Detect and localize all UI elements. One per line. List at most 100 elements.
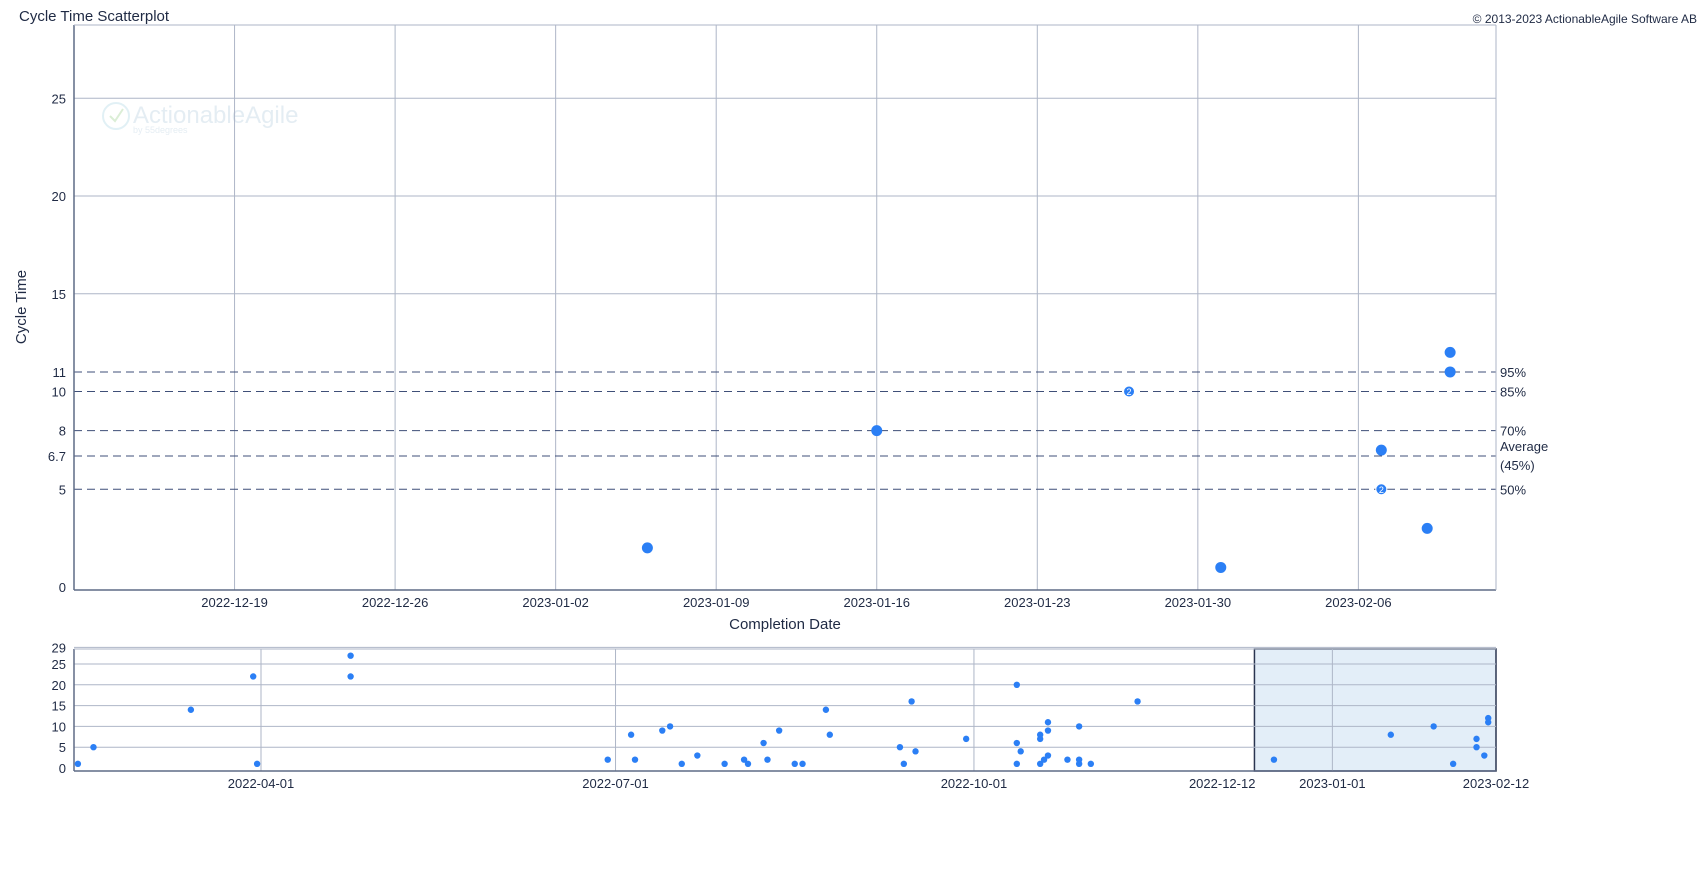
overview-data-point [74,760,82,768]
watermark-sub: by 55degrees [133,125,188,135]
overview-data-point [1270,756,1278,763]
overview-data-point [1075,760,1083,768]
overview-data-point [744,760,752,768]
x-tick-label: 2023-01-16 [843,595,910,610]
overview-y-tick-label: 10 [52,719,66,734]
overview-data-point [775,727,783,734]
overview-data-point [1134,698,1141,705]
overview-y-tick-label: 20 [52,678,66,693]
x-tick-label: 2023-01-30 [1165,595,1232,610]
overview-data-point [694,752,701,759]
cycle-time-chart: ActionableAgile by 55degrees 2022-12-19 2… [13,24,1548,791]
x-tick-label: 2023-01-09 [683,595,750,610]
overview-data-point [1473,735,1480,743]
overview-data-point [678,760,685,768]
brush-selection[interactable] [1253,648,1497,772]
overview-data-point [659,727,666,734]
overview-data-point [1013,681,1021,688]
overview-data-point [721,760,728,768]
percentile-label: 85% [1500,385,1526,400]
overview-data-point [791,760,798,768]
overview-data-point [666,723,674,730]
y-tick-label: 6.7 [48,449,66,464]
overview-data-point [1044,727,1052,734]
overview-y-tick-label: 0 [59,761,66,776]
overview-x-tick-label: 2023-02-12 [1463,776,1530,791]
overview-data-point [1481,752,1488,759]
y-tick-label: 0 [59,580,66,595]
overview-data-point [627,731,635,738]
percentile-label: 70% [1500,424,1526,439]
y-tick-label: 25 [52,91,66,106]
overview-x-tick-label: 2022-07-01 [582,776,649,791]
data-point[interactable] [1444,346,1456,358]
overview-data-point [631,756,639,763]
overview-data-point [1013,739,1021,747]
watermark-logo-icon [102,102,130,130]
watermark-check-icon [109,108,124,123]
overview-y-tick-label: 29 [52,640,66,655]
overview-data-point [1017,748,1024,755]
overview-data-point [1485,719,1492,726]
percentile-label: (45%) [1500,458,1535,473]
data-point-count: 2 [1379,485,1384,495]
data-point[interactable] [1375,444,1387,456]
y-tick-label: 11 [53,365,67,380]
x-tick-label: 2022-12-26 [362,595,429,610]
overview-data-point [912,748,919,755]
overview-data-point [1064,756,1071,763]
y-tick-label: 5 [59,482,66,497]
overview-data-point [962,735,970,743]
data-point-count: 2 [1127,387,1132,397]
data-point[interactable] [1215,561,1227,573]
x-tick-label: 2023-02-06 [1325,595,1392,610]
overview-plot[interactable]: 0 5 10 15 20 25 29 2022-04-01 2022-07-01 2022-10-… [52,640,1530,791]
overview-data-point [1044,752,1052,759]
overview-data-point [604,756,611,763]
overview-y-tick-label: 15 [52,699,66,714]
overview-y-tick-label: 25 [52,657,66,672]
data-point[interactable] [871,425,883,437]
x-tick-label: 2023-01-02 [522,595,589,610]
y-tick-label: 20 [52,189,66,204]
overview-x-tick-label: 2023-01-01 [1299,776,1366,791]
overview-data-point [347,652,354,659]
overview-data-point [1087,760,1095,768]
overview-data-point [347,673,354,680]
x-tick-label: 2023-01-23 [1004,595,1071,610]
overview-data-point [1430,723,1437,730]
overview-data-point [826,731,834,738]
overview-data-point [1387,731,1395,738]
overview-data-point [760,739,767,747]
x-axis-label: Completion Date [729,616,841,633]
y-axis-label: Cycle Time [13,270,30,344]
percentile-label: Average [1500,439,1548,454]
percentile-label: 50% [1500,482,1526,497]
y-tick-label: 8 [59,424,66,439]
y-tick-label: 15 [52,287,66,302]
overview-x-tick-label: 2022-12-12 [1189,776,1256,791]
overview-data-point [1449,760,1457,768]
overview-data-point [1036,735,1044,743]
overview-data-point [764,756,771,763]
overview-data-point [900,760,908,768]
overview-x-tick-label: 2022-10-01 [941,776,1008,791]
overview-data-point [896,744,904,751]
data-point[interactable] [1444,366,1456,378]
percentile-label: 95% [1500,365,1526,380]
overview-data-point [187,706,195,713]
data-point[interactable] [641,542,653,554]
overview-y-tick-label: 5 [59,740,66,755]
overview-data-point [1075,723,1083,730]
overview-data-point [908,698,915,705]
overview-data-point [1044,719,1052,726]
data-point[interactable] [1421,522,1433,534]
overview-data-point [250,673,257,680]
x-tick-label: 2022-12-19 [201,595,268,610]
overview-x-tick-label: 2022-04-01 [228,776,295,791]
overview-data-point [799,760,806,768]
y-tick-label: 10 [52,385,66,400]
watermark-logo: ActionableAgile by 55degrees [102,102,298,135]
overview-data-point [253,760,261,768]
overview-data-point [1473,744,1480,751]
